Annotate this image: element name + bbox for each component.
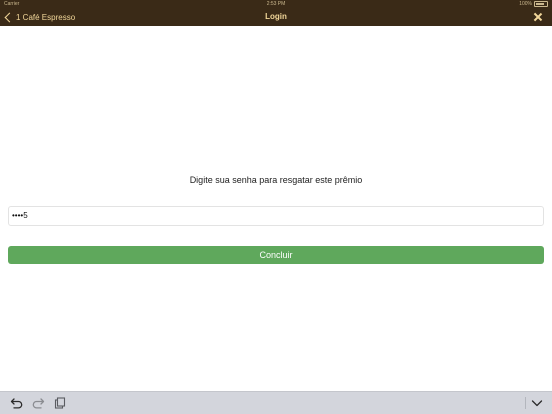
battery-icon: [534, 1, 548, 7]
back-button[interactable]: 1 Café Espresso: [4, 9, 75, 25]
page-title: Login: [265, 12, 287, 21]
back-label: 1 Café Espresso: [16, 12, 76, 22]
nav-row: 1 Café Espresso Login: [0, 9, 552, 25]
paste-icon[interactable]: [53, 397, 67, 409]
chevron-down-icon[interactable]: [530, 397, 544, 409]
status-bar: Carrier 2:53 PM 100%: [0, 0, 552, 8]
battery-percent: 100%: [519, 1, 532, 7]
battery-indicator: 100%: [519, 0, 548, 8]
chevron-left-icon: [4, 12, 15, 22]
toolbar-divider: [525, 397, 526, 409]
password-prompt: Digite sua senha para resgatar este prêm…: [189, 175, 363, 185]
close-icon[interactable]: [532, 11, 544, 23]
status-time: 2:53 PM: [266, 1, 286, 7]
password-input[interactable]: ••••5: [8, 206, 544, 226]
keyboard-toolbar: [0, 391, 552, 414]
redo-icon[interactable]: [31, 397, 45, 409]
navigation-bar: Carrier 2:53 PM 100% 1 Café Espresso Log…: [0, 0, 552, 26]
undo-icon[interactable]: [10, 397, 24, 409]
submit-button[interactable]: Concluir: [8, 246, 544, 264]
login-screen: Carrier 2:53 PM 100% 1 Café Espresso Log…: [0, 0, 552, 414]
